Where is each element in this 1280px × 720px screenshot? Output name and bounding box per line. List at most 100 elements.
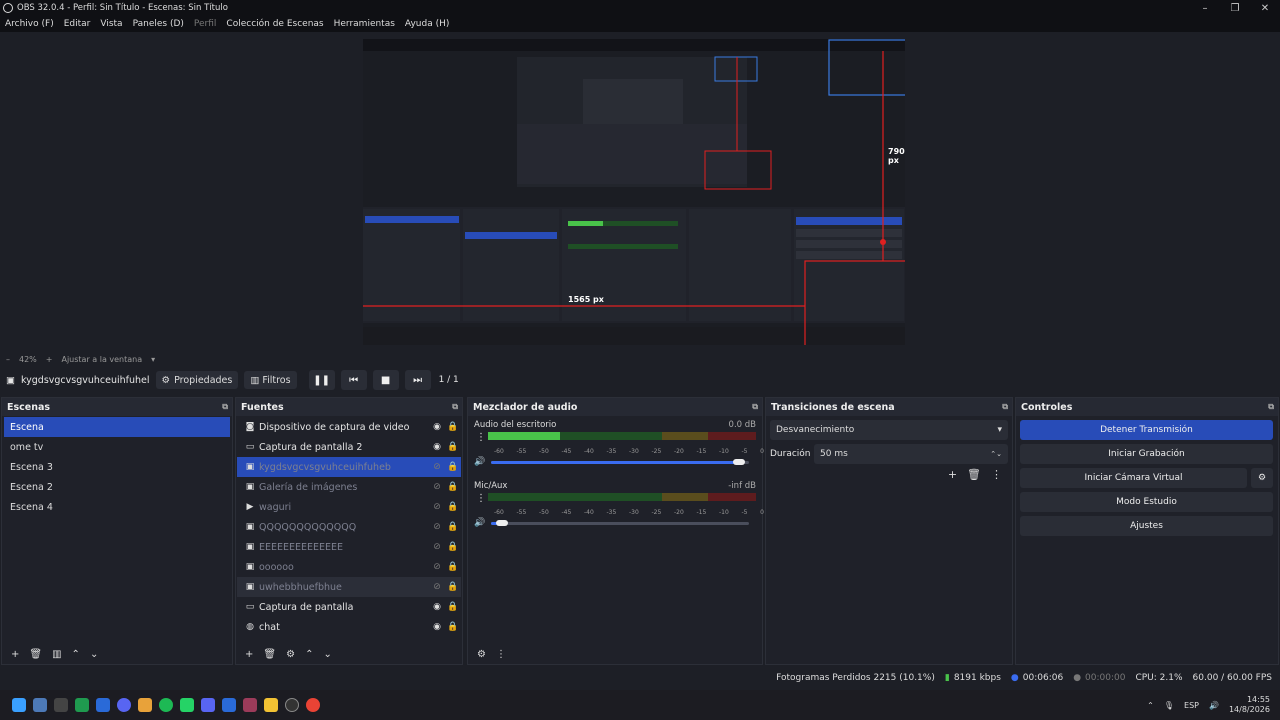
undock-icon[interactable]: ⧉ [452,402,458,412]
zoom-in-button[interactable]: + [46,355,53,364]
volume-slider[interactable] [491,458,750,465]
preview-canvas[interactable]: 790 px 1565 px [363,39,905,345]
menu-paneles[interactable]: Paneles (D) [133,19,184,29]
eye-off-icon[interactable]: ⊘ [429,482,445,492]
menu-vista[interactable]: Vista [100,19,122,29]
lock-icon[interactable]: 🔒 [445,422,461,432]
eye-icon[interactable]: ◉ [429,422,445,432]
eye-off-icon[interactable]: ⊘ [429,582,445,592]
source-item[interactable]: ◍ chat ◉ 🔒 [237,617,461,637]
next-button[interactable]: ⏭ [404,370,431,390]
scene-item[interactable]: Escena 4 [4,497,230,517]
spin-arrows-icon[interactable]: ⌃⌄ [990,450,1002,458]
source-item[interactable]: ▣ kygdsvgcvsgvuhceuihfuheb ⊘ 🔒 [237,457,461,477]
mic-icon[interactable]: 🎙 [1164,701,1174,710]
lock-icon[interactable]: 🔒 [445,562,461,572]
start-recording-button[interactable]: Iniciar Grabación [1020,444,1273,464]
studio-mode-button[interactable]: Modo Estudio [1020,492,1273,512]
minimize-button[interactable]: – [1190,3,1220,14]
gear-icon[interactable]: ⚙ [286,649,295,660]
filter-icon[interactable]: ▥ [52,649,61,660]
arrow-down-icon[interactable]: ⌄ [90,649,98,660]
whatsapp-icon[interactable] [180,698,194,712]
fit-window-label[interactable]: Ajustar a la ventana [61,355,142,364]
volume-slider[interactable] [491,519,750,526]
notes-icon[interactable] [264,698,278,712]
clock[interactable]: 14:55 14/8/2026 [1229,695,1270,715]
lock-icon[interactable]: 🔒 [445,482,461,492]
source-item[interactable]: ▣ EEEEEEEEEEEEEE ⊘ 🔒 [237,537,461,557]
eye-off-icon[interactable]: ⊘ [429,542,445,552]
chevron-down-icon[interactable]: ▾ [151,355,155,364]
spotify-icon[interactable] [159,698,173,712]
duration-spinbox[interactable]: 50 ms ⌃⌄ [814,444,1008,464]
scene-item[interactable]: Escena 3 [4,457,230,477]
source-item[interactable]: ◙ Dispositivo de captura de video ◉ 🔒 [237,417,461,437]
arrow-up-icon[interactable]: ⌃ [305,649,313,660]
scene-item[interactable]: ome tv [4,437,230,457]
menu-herramientas[interactable]: Herramientas [334,19,395,29]
trash-icon[interactable]: 🗑 [967,468,981,481]
discord-alt-icon[interactable] [201,698,215,712]
lock-icon[interactable]: 🔒 [445,522,461,532]
obs-icon[interactable] [285,698,299,712]
scene-item[interactable]: Escena [4,417,230,437]
speaker-icon[interactable]: 🔊 [474,457,485,467]
zoom-out-button[interactable]: – [6,355,10,364]
terminal-icon[interactable] [54,698,68,712]
menu-ayuda[interactable]: Ayuda (H) [405,19,449,29]
menu-archivo[interactable]: Archivo (F) [5,19,54,29]
eye-off-icon[interactable]: ⊘ [429,522,445,532]
menu-coleccion[interactable]: Colección de Escenas [226,19,323,29]
eye-icon[interactable]: ◉ [429,602,445,612]
add-icon[interactable]: + [11,649,19,660]
virtualcam-settings-button[interactable]: ⚙ [1251,468,1273,488]
lock-icon[interactable]: 🔒 [445,442,461,452]
previous-button[interactable]: ⏮ [340,370,367,390]
steam-icon[interactable] [33,698,47,712]
slider-handle[interactable] [732,458,745,465]
discord-icon[interactable] [117,698,131,712]
eye-off-icon[interactable]: ⊘ [429,562,445,572]
trash-icon[interactable]: 🗑 [29,649,42,660]
speaker-icon[interactable]: 🔊 [474,518,485,528]
volume-icon[interactable]: 🔊 [1209,701,1219,710]
properties-button[interactable]: ⚙ Propiedades [155,371,239,389]
settings-button[interactable]: Ajustes [1020,516,1273,536]
eye-icon[interactable]: ◉ [429,622,445,632]
trash-icon[interactable]: 🗑 [263,649,276,660]
source-item[interactable]: ▶ waguri ⊘ 🔒 [237,497,461,517]
obs-taskbar-icon[interactable] [243,698,257,712]
menu-perfil[interactable]: Perfil [194,19,217,29]
menu-dots-icon[interactable]: ⋮ [476,432,486,443]
eye-off-icon[interactable]: ⊘ [429,502,445,512]
stop-streaming-button[interactable]: Detener Transmisión [1020,420,1273,440]
source-item[interactable]: ▣ Galería de imágenes ⊘ 🔒 [237,477,461,497]
arrow-up-icon[interactable]: ⌃ [72,649,80,660]
windows-start-icon[interactable] [12,698,26,712]
lock-icon[interactable]: 🔒 [445,582,461,592]
eye-off-icon[interactable]: ⊘ [429,462,445,472]
stop-button[interactable]: ■ [372,370,399,390]
add-icon[interactable]: + [948,468,957,481]
menu-editar[interactable]: Editar [64,19,91,29]
source-item[interactable]: ▣ uwhebbhuefbhue ⊘ 🔒 [237,577,461,597]
app-icon[interactable] [96,698,110,712]
source-item[interactable]: ▭ Captura de pantalla ◉ 🔒 [237,597,461,617]
start-virtualcam-button[interactable]: Iniciar Cámara Virtual [1020,468,1247,488]
folder-icon[interactable] [138,698,152,712]
lock-icon[interactable]: 🔒 [445,462,461,472]
slider-handle[interactable] [495,519,508,526]
transition-select[interactable]: Desvanecimiento ▾ [770,420,1008,440]
eye-icon[interactable]: ◉ [429,442,445,452]
maximize-button[interactable]: ❐ [1220,3,1250,14]
undock-icon[interactable]: ⧉ [752,402,758,412]
undock-icon[interactable]: ⧉ [222,402,228,412]
add-icon[interactable]: + [245,649,253,660]
source-item[interactable]: ▣ oooooo ⊘ 🔒 [237,557,461,577]
pause-button[interactable]: ❚❚ [308,370,335,390]
excel-icon[interactable] [75,698,89,712]
lock-icon[interactable]: 🔒 [445,622,461,632]
lock-icon[interactable]: 🔒 [445,502,461,512]
source-item[interactable]: ▣ QQQQQQQQQQQQQ ⊘ 🔒 [237,517,461,537]
